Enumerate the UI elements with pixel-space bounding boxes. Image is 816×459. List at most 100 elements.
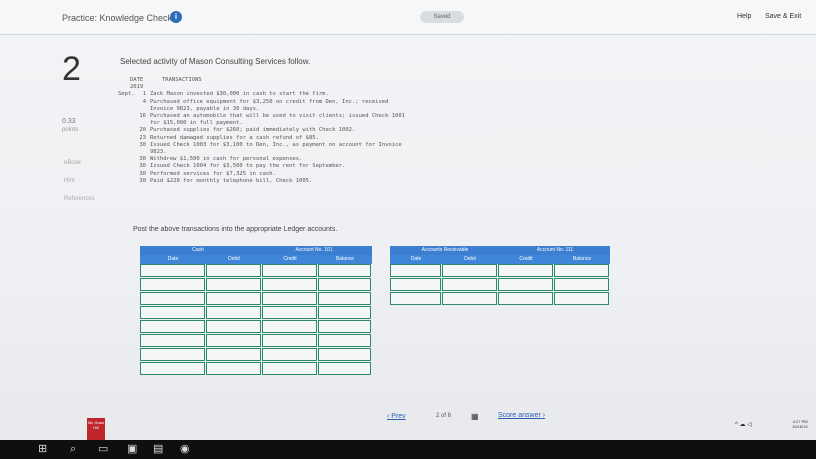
post-instruction: Post the above transactions into the app… — [133, 226, 338, 233]
search-icon[interactable]: ⌕ — [70, 443, 76, 456]
cash-ledger-cell[interactable] — [206, 362, 261, 375]
cash-ledger-cell[interactable] — [318, 292, 371, 305]
transaction-day: 30 — [139, 170, 146, 177]
cash-ledger-cell[interactable] — [206, 334, 261, 347]
transaction-text: Issued Check 1004 for $3,500 to pay the … — [150, 163, 346, 170]
transaction-text: Purchased supplies for $260; paid immedi… — [150, 127, 356, 134]
transaction-text: Purchased an automobile that will be use… — [150, 113, 405, 120]
ar-ledger-cell[interactable] — [390, 264, 441, 277]
task-view-icon[interactable]: ▭ — [98, 443, 108, 456]
cash-credit-header: Credit — [283, 256, 297, 262]
cash-ledger-cell[interactable] — [206, 320, 261, 333]
file-explorer-icon[interactable]: ▣ — [127, 443, 137, 456]
prev-button[interactable]: ‹ Prev — [387, 413, 406, 420]
references-link[interactable]: References — [64, 196, 95, 202]
transaction-month — [118, 120, 136, 127]
grid-icon[interactable]: ▦ — [471, 412, 479, 421]
ar-ledger-grid — [390, 264, 610, 306]
transaction-row: 30 Issued Check 1004 for $3,500 to pay th… — [118, 163, 558, 170]
transactions-table: DATE TRANSACTIONS 2019 Sept. 1 Zack Mason … — [118, 77, 558, 185]
transaction-text: Invoice 9823, payable in 30 days. — [150, 105, 260, 112]
cash-ledger-cell[interactable] — [140, 278, 205, 291]
transaction-row: 16 Purchased an automobile that will be u… — [118, 113, 558, 120]
cash-ledger-cell[interactable] — [140, 292, 205, 305]
ar-ledger-cell[interactable] — [390, 292, 441, 305]
ebook-link[interactable]: eBook — [64, 160, 81, 166]
transaction-text: Purchased office equipment for $3,250 on… — [150, 98, 389, 105]
prev-label: Prev — [391, 413, 406, 420]
cash-ledger-cell[interactable] — [140, 348, 205, 361]
ar-ledger-cell[interactable] — [554, 292, 609, 305]
cash-ledger-cell[interactable] — [262, 264, 317, 277]
cash-ledger-cell[interactable] — [262, 348, 317, 361]
cash-ledger-row — [140, 278, 372, 292]
transaction-month — [118, 178, 136, 185]
cash-ledger-cell[interactable] — [318, 264, 371, 277]
ar-ledger-cell[interactable] — [554, 278, 609, 291]
question-prompt: Selected activity of Mason Consulting Se… — [120, 57, 311, 66]
ar-ledger-row — [390, 264, 610, 278]
transaction-text: for $15,000 in full payment. — [150, 120, 243, 127]
ar-ledger-cell[interactable] — [498, 278, 553, 291]
hint-link[interactable]: Hint — [64, 178, 75, 184]
cash-ledger-row — [140, 334, 372, 348]
cash-ledger-cell[interactable] — [206, 306, 261, 319]
saved-status-badge: Saved — [420, 11, 464, 23]
cash-ledger-row — [140, 320, 372, 334]
transaction-text: Zack Mason invested $30,000 in cash to s… — [150, 91, 329, 98]
cash-ledger-cell[interactable] — [206, 278, 261, 291]
cash-ledger-cell[interactable] — [318, 320, 371, 333]
windows-start-icon[interactable]: ⊞ — [38, 443, 47, 456]
next-button[interactable]: Score answer › — [498, 412, 545, 419]
cash-ledger-cell[interactable] — [318, 362, 371, 375]
cash-ledger-cell[interactable] — [140, 264, 205, 277]
cash-ledger-cell[interactable] — [206, 292, 261, 305]
transaction-day: 30 — [139, 141, 146, 148]
cash-ledger-cell[interactable] — [318, 278, 371, 291]
ar-ledger-cell[interactable] — [442, 278, 497, 291]
cash-ledger-cell[interactable] — [262, 278, 317, 291]
transaction-text: Issued Check 1003 for $3,100 to Den, Inc… — [150, 141, 402, 148]
cash-ledger-cell[interactable] — [262, 334, 317, 347]
save-exit-link[interactable]: Save & Exit — [765, 13, 801, 20]
info-icon[interactable]: i — [170, 11, 182, 23]
cash-ledger-cell[interactable] — [140, 320, 205, 333]
ar-ledger-cell[interactable] — [554, 264, 609, 277]
cash-ledger-cell[interactable] — [262, 362, 317, 375]
transaction-day: 1 — [142, 91, 146, 98]
cash-ledger-cell[interactable] — [318, 306, 371, 319]
transaction-row: 30 Paid $220 for monthly telephone bill, … — [118, 178, 558, 185]
cash-ledger-cell[interactable] — [140, 306, 205, 319]
transaction-text: 9823. — [150, 149, 167, 156]
cash-ledger-cell[interactable] — [140, 362, 205, 375]
help-link[interactable]: Help — [737, 13, 751, 20]
cash-ledger-cell[interactable] — [262, 320, 317, 333]
cash-ledger-cell[interactable] — [206, 348, 261, 361]
cash-ledger-cell[interactable] — [318, 334, 371, 347]
store-icon[interactable]: ▤ — [153, 443, 163, 456]
ar-ledger-cell[interactable] — [498, 264, 553, 277]
ar-ledger-cell[interactable] — [390, 278, 441, 291]
ar-ledger-cell[interactable] — [498, 292, 553, 305]
ar-ledger-cell[interactable] — [442, 264, 497, 277]
transaction-row: Invoice 9823, payable in 30 days. — [118, 106, 558, 113]
clock-date: 10/16/19 — [792, 424, 808, 429]
cash-ledger-row — [140, 362, 372, 376]
transaction-row: for $15,000 in full payment. — [118, 120, 558, 127]
cash-ledger-cell[interactable] — [318, 348, 371, 361]
cash-ledger-cell[interactable] — [262, 292, 317, 305]
cash-ledger-cell[interactable] — [140, 334, 205, 347]
cash-ledger-grid — [140, 264, 372, 376]
transaction-month — [118, 156, 136, 163]
cash-ledger-cell[interactable] — [206, 264, 261, 277]
transaction-row: 30 Withdrew $1,500 in cash for personal e… — [118, 156, 558, 163]
transaction-row: 9823. — [118, 149, 558, 156]
cash-ledger-row — [140, 292, 372, 306]
cash-ledger-cell[interactable] — [262, 306, 317, 319]
ar-debit-header: Debit — [464, 256, 476, 262]
chrome-icon[interactable]: ◉ — [180, 443, 190, 456]
transaction-month — [118, 99, 136, 106]
cash-ledger-title: Cash Account No. 101 — [140, 246, 372, 255]
transaction-day: 30 — [139, 156, 146, 163]
ar-ledger-cell[interactable] — [442, 292, 497, 305]
